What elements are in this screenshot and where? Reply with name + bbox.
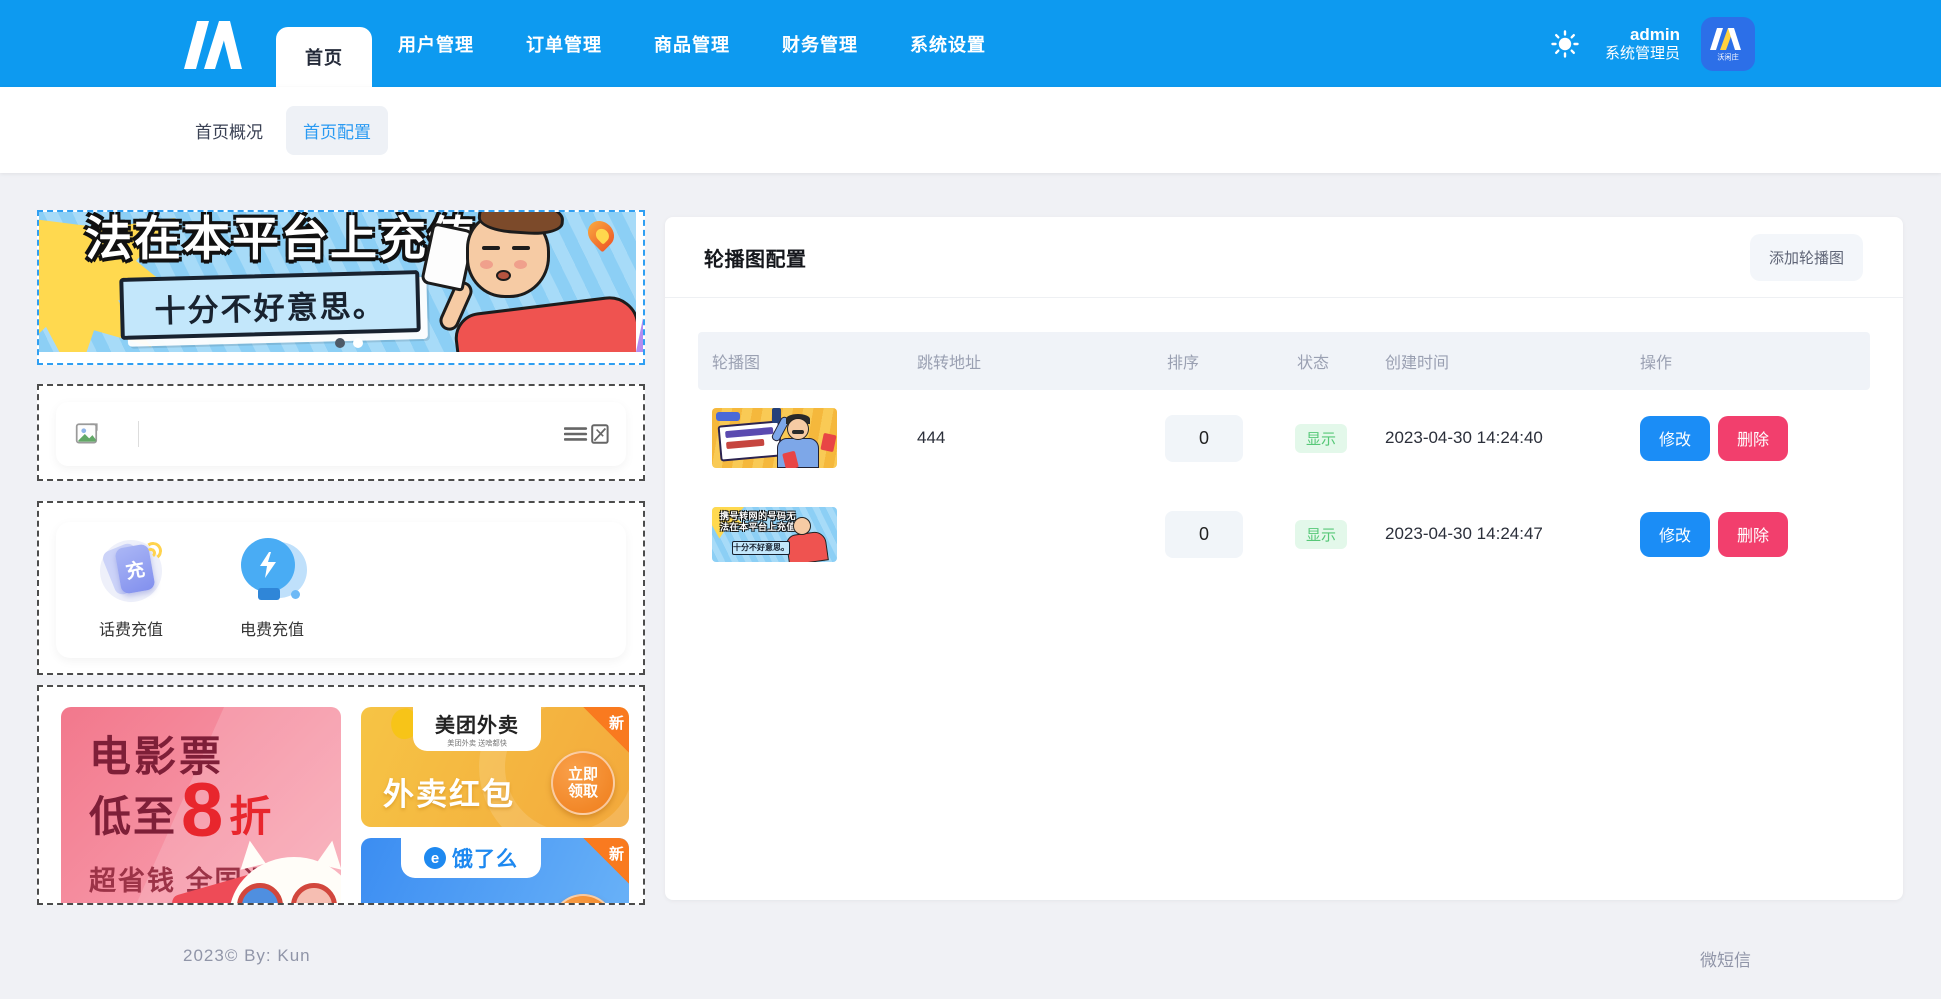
row-created-value: 2023-04-30 14:24:47 [1371,524,1626,544]
column-header-actions: 操作 [1626,349,1870,373]
notice-right-icons [564,423,612,445]
carousel-thumbnail[interactable] [712,408,837,468]
next-slide-peek [636,212,643,352]
quick-action-label: 电费充值 [240,616,304,640]
electric-recharge-icon [239,538,305,604]
nav-tab-products[interactable]: 商品管理 [628,0,756,87]
main-nav: 首页 用户管理 订单管理 商品管理 财务管理 系统设置 [276,0,1012,87]
user-name: admin [1605,24,1680,45]
promo-movie-discount: 低至 8 折 [89,779,273,844]
panel-header: 轮播图配置 添加轮播图 [665,217,1903,298]
preview-notice-section[interactable] [37,384,645,481]
quick-action-electric-recharge[interactable]: 电费充值 [226,538,318,640]
avatar[interactable]: 沃闲庄 [1701,17,1755,71]
broken-glyph-icon [590,423,612,445]
notice-bar [56,402,626,466]
carousel-dots[interactable] [335,338,363,348]
preview-quick-actions-section[interactable]: 充 话费充值 电费充值 [37,501,645,675]
cat-mascot [229,857,341,905]
new-badge: 新 [583,838,629,884]
nav-tab-users[interactable]: 用户管理 [372,0,500,87]
secondary-nav: 首页概况 首页配置 [0,87,1941,173]
quick-actions-card: 充 话费充值 电费充值 [56,522,626,658]
delete-button[interactable]: 删除 [1718,416,1788,461]
app-logo-icon [182,17,244,71]
nav-tab-home[interactable]: 首页 [276,27,372,87]
list-lines-icon [564,424,588,444]
column-header-status: 状态 [1283,349,1371,373]
carousel-table: 轮播图 跳转地址 排序 状态 创建时间 操作 444 0 显示 2023-04-… [698,332,1870,582]
meituan-brand-pill: 美团外卖 美团外卖 送啥都快 [413,707,541,751]
table-row: 携号转网的号码无 法在本平台上充值 十分不好意思。 0 显示 2023-04-3… [698,486,1870,582]
navbar-right: admin 系统管理员 沃闲庄 [1551,17,1755,71]
claim-now-button[interactable]: 立即 领取 [551,751,615,815]
status-badge: 显示 [1295,424,1347,453]
footer-brand[interactable]: 微短信 [1700,946,1751,971]
carousel-dot-active[interactable] [335,338,345,348]
subnav-item-config[interactable]: 首页配置 [286,106,388,155]
column-header-image: 轮播图 [698,349,903,373]
banner-image: 法在本平台上充值 十分不好意思。 [39,212,643,352]
preview-banner-section[interactable]: 法在本平台上充值 十分不好意思。 [37,210,645,365]
row-link-value: 444 [903,428,1153,448]
add-carousel-button[interactable]: 添加轮播图 [1750,234,1863,281]
status-badge: 显示 [1295,520,1347,549]
table-header-row: 轮播图 跳转地址 排序 状态 创建时间 操作 [698,332,1870,390]
carousel-thumbnail[interactable]: 携号转网的号码无 法在本平台上充值 十分不好意思。 [712,507,837,562]
banner-sign: 十分不好意思。 [119,270,421,340]
claim-now-button[interactable] [551,894,615,905]
eleme-logo-icon: e [424,847,446,869]
nav-tab-finance[interactable]: 财务管理 [756,0,884,87]
new-badge: 新 [583,707,629,753]
avatar-logo-icon [1708,25,1748,51]
nav-tab-orders[interactable]: 订单管理 [500,0,628,87]
sun-icon[interactable] [1551,30,1579,58]
carousel-config-panel: 轮播图配置 添加轮播图 轮播图 跳转地址 排序 状态 创建时间 操作 444 [665,217,1903,900]
quick-action-phone-recharge[interactable]: 充 话费充值 [85,538,177,640]
user-info: admin 系统管理员 [1605,24,1680,64]
phone-recharge-icon: 充 [98,538,164,604]
top-navbar: 首页 用户管理 订单管理 商品管理 财务管理 系统设置 admin 系统管理员 [0,0,1941,87]
row-created-value: 2023-04-30 14:24:40 [1371,428,1626,448]
avatar-caption: 沃闲庄 [1717,52,1739,62]
promo-meituan-card[interactable]: 美团外卖 美团外卖 送啥都快 外卖红包 立即 领取 新 [361,707,629,827]
promo-movie-card[interactable]: 电影票 低至 8 折 超省钱 全国通用 [61,707,341,905]
quick-action-label: 话费充值 [99,616,163,640]
column-header-sort: 排序 [1153,349,1283,373]
carousel-dot[interactable] [353,338,363,348]
promo-eleme-card[interactable]: e 饿了么 新 [361,838,629,905]
subnav-item-overview[interactable]: 首页概况 [195,118,263,143]
sort-input[interactable]: 0 [1165,511,1243,558]
panel-title: 轮播图配置 [704,243,807,272]
divider [138,421,139,447]
preview-promos-section[interactable]: 电影票 低至 8 折 超省钱 全国通用 美团外卖 美团外卖 送啥都快 外卖红包 … [37,685,645,905]
edit-button[interactable]: 修改 [1640,512,1710,557]
footer-copyright: 2023© By: Kun [183,946,311,966]
edit-button[interactable]: 修改 [1640,416,1710,461]
column-header-created: 创建时间 [1371,349,1626,373]
eleme-brand-pill: e 饿了么 [401,838,541,878]
column-header-link: 跳转地址 [903,349,1153,373]
promo-meituan-title: 外卖红包 [383,769,515,814]
delete-button[interactable]: 删除 [1718,512,1788,557]
table-row: 444 0 显示 2023-04-30 14:24:40 修改 删除 [698,390,1870,486]
user-role: 系统管理员 [1605,45,1680,64]
broken-image-icon [74,421,100,447]
sort-input[interactable]: 0 [1165,415,1243,462]
nav-tab-settings[interactable]: 系统设置 [884,0,1012,87]
